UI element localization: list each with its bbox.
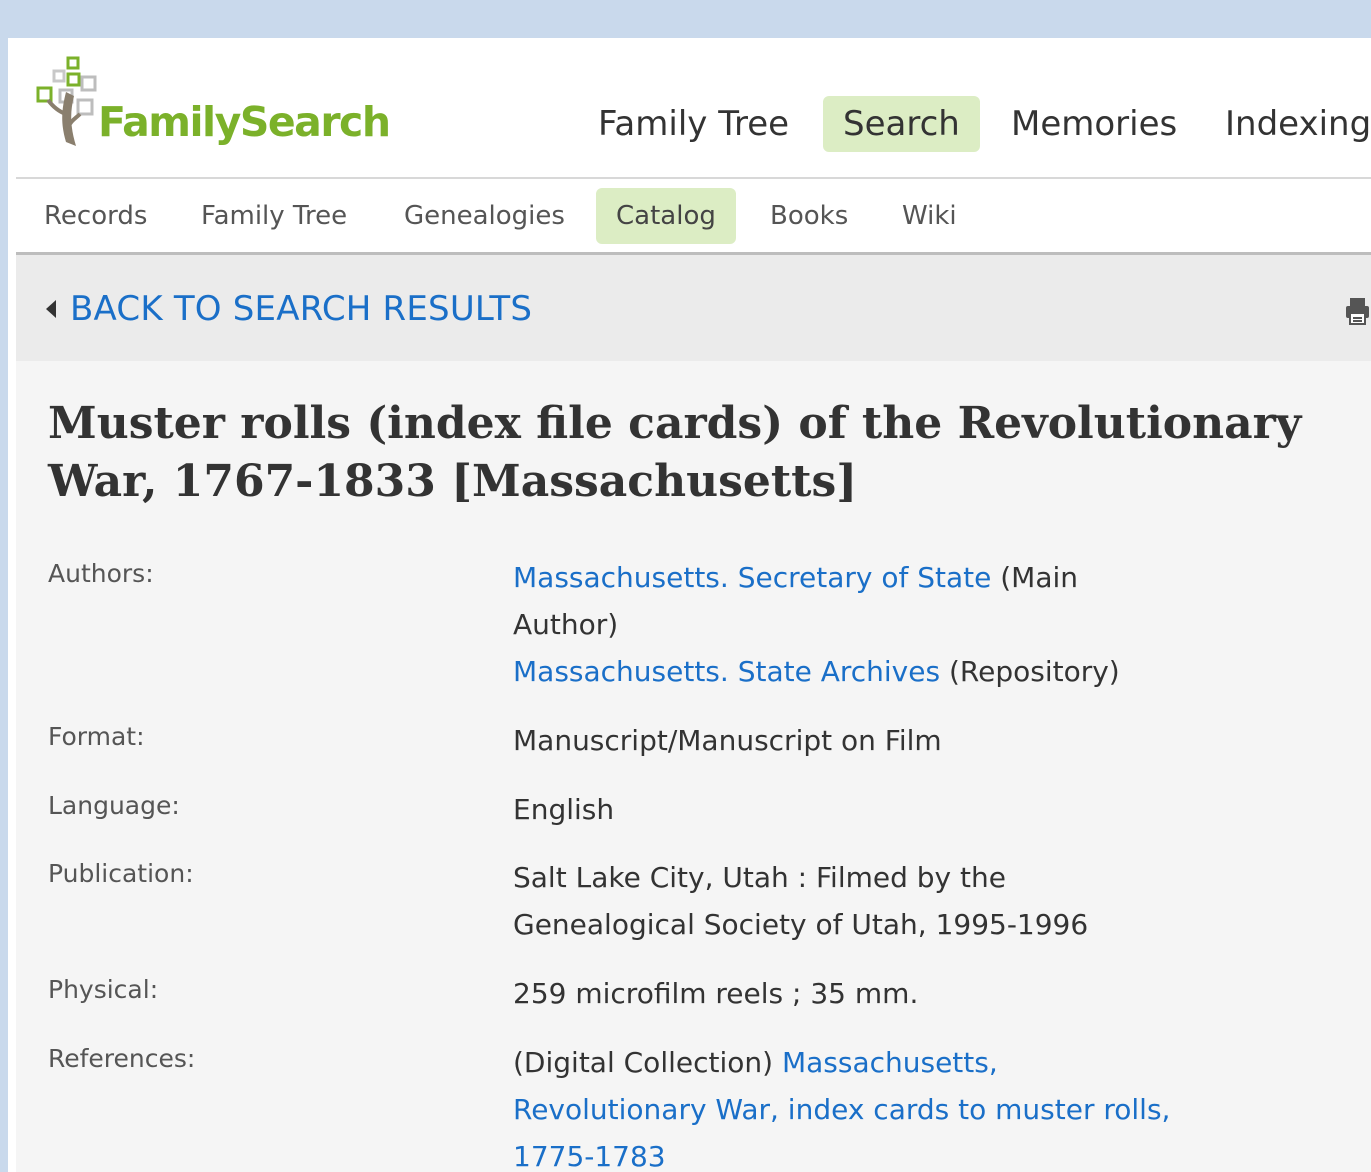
record-title: Muster rolls (index file cards) of the R… [48,398,1302,507]
familysearch-logo[interactable]: FamilySearch [36,56,406,156]
catalog-record: Muster rolls (index file cards) of the R… [16,361,1371,1172]
authors-label: Authors: [48,559,154,588]
back-link-label: BACK TO SEARCH RESULTS [70,289,533,329]
nav-indexing[interactable]: Indexing [1205,96,1371,152]
format-value: Manuscript/Manuscript on Film [513,724,942,757]
nav-family-tree[interactable]: Family Tree [578,96,809,152]
subnav-books[interactable]: Books [750,188,868,244]
author-link-secretary-of-state[interactable]: Massachusetts. Secretary of State [513,561,991,594]
logo-wordmark: FamilySearch [98,98,391,146]
physical-label: Physical: [48,975,159,1004]
subnav-genealogies[interactable]: Genealogies [384,188,585,244]
site-header: FamilySearch Family Tree Search Memories… [8,38,1371,178]
subnav-catalog[interactable]: Catalog [596,188,736,244]
references-label: References: [48,1044,196,1073]
physical-value: 259 microfilm reels ; 35 mm. [513,977,919,1010]
subnav-family-tree[interactable]: Family Tree [181,188,367,244]
references-prefix: (Digital Collection) [513,1046,782,1079]
subnav-wiki[interactable]: Wiki [882,188,977,244]
language-value: English [513,793,615,826]
language-label: Language: [48,791,180,820]
references-value: (Digital Collection) Massachusetts, Revo… [513,1039,1173,1172]
back-bar: BACK TO SEARCH RESULTS [16,255,1371,361]
subnav-records[interactable]: Records [24,188,167,244]
caret-left-icon [46,300,56,318]
author-role-repository: (Repository) [940,655,1120,688]
author-link-state-archives[interactable]: Massachusetts. State Archives [513,655,940,688]
nav-memories[interactable]: Memories [991,96,1197,152]
authors-value: Massachusetts. Secretary of State (Main … [513,554,1173,695]
format-label: Format: [48,722,145,751]
publication-label: Publication: [48,859,194,888]
back-to-results-link[interactable]: BACK TO SEARCH RESULTS [46,289,532,329]
search-subnav: Records Family Tree Genealogies Catalog … [16,179,1371,253]
nav-search[interactable]: Search [823,96,980,152]
print-icon[interactable] [1344,296,1371,326]
publication-value: Salt Lake City, Utah : Filmed by the Gen… [513,861,1089,941]
page: FamilySearch Family Tree Search Memories… [8,38,1371,1172]
